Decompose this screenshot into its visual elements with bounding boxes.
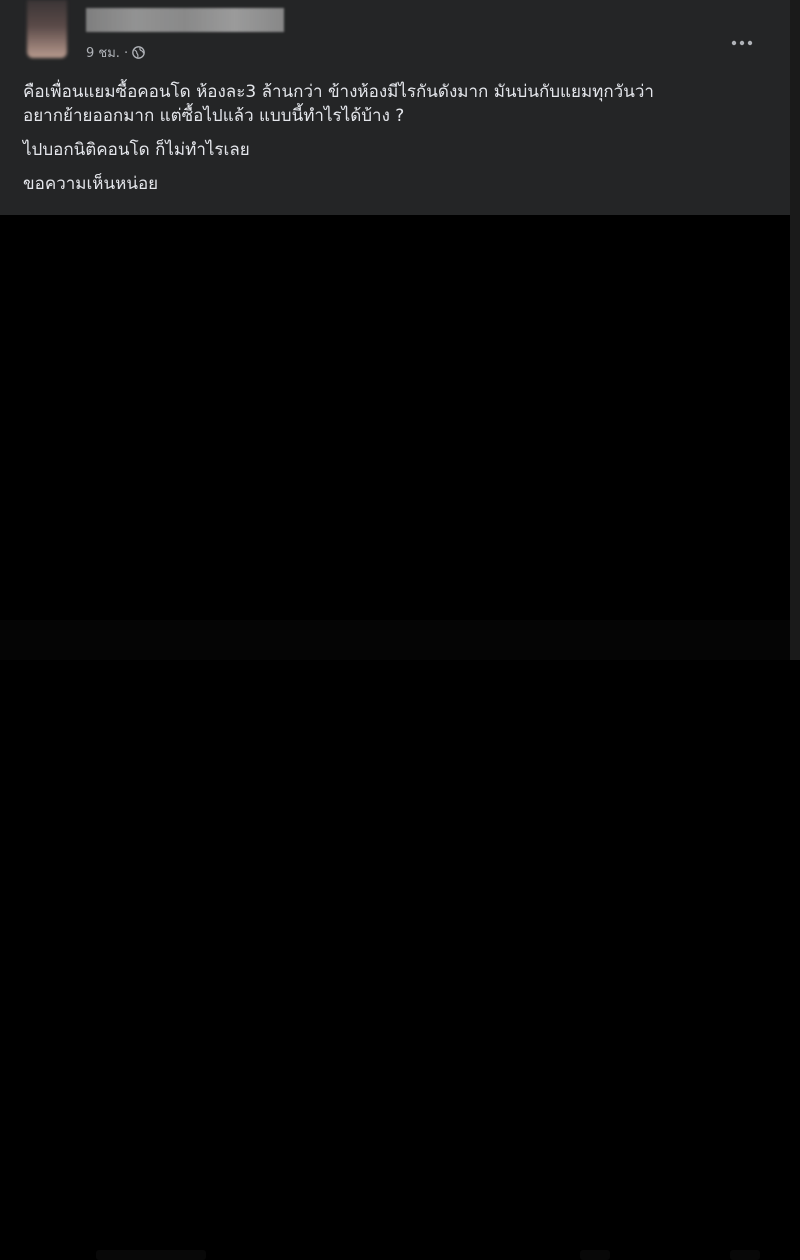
post-card: 9 ชม. · คือเพื่อนแยมซื้อคอนโด ห้องละ3 ล้… (0, 0, 790, 1260)
post-meta: 9 ชม. · (86, 42, 146, 63)
post-time[interactable]: 9 ชม. · (86, 42, 128, 63)
post-action-bar (0, 620, 790, 1260)
more-options-button[interactable] (727, 30, 757, 50)
post-text: คือเพื่อนแยมซื้อคอนโด ห้องละ3 ล้านกว่า ข… (23, 80, 773, 206)
post-media-area[interactable] (0, 215, 790, 620)
page-edge (790, 0, 800, 660)
globe-icon[interactable] (132, 45, 146, 59)
post-paragraph: ขอความเห็นหน่อย (23, 174, 159, 194)
comment-action-faded[interactable] (580, 1250, 610, 1260)
post-paragraph: ไปบอกนิติคอนโด ก็ไม่ทำไรเลย (23, 140, 250, 160)
more-horizontal-icon (730, 31, 754, 50)
like-action-faded[interactable] (96, 1250, 206, 1260)
share-action-faded[interactable] (730, 1250, 760, 1260)
author-name-blurred[interactable] (86, 8, 284, 32)
post-paragraph: คือเพื่อนแยมซื้อคอนโด ห้องละ3 ล้านกว่า ข… (23, 82, 654, 126)
post-header: 9 ชม. · คือเพื่อนแยมซื้อคอนโด ห้องละ3 ล้… (0, 0, 790, 215)
avatar[interactable] (27, 0, 67, 58)
